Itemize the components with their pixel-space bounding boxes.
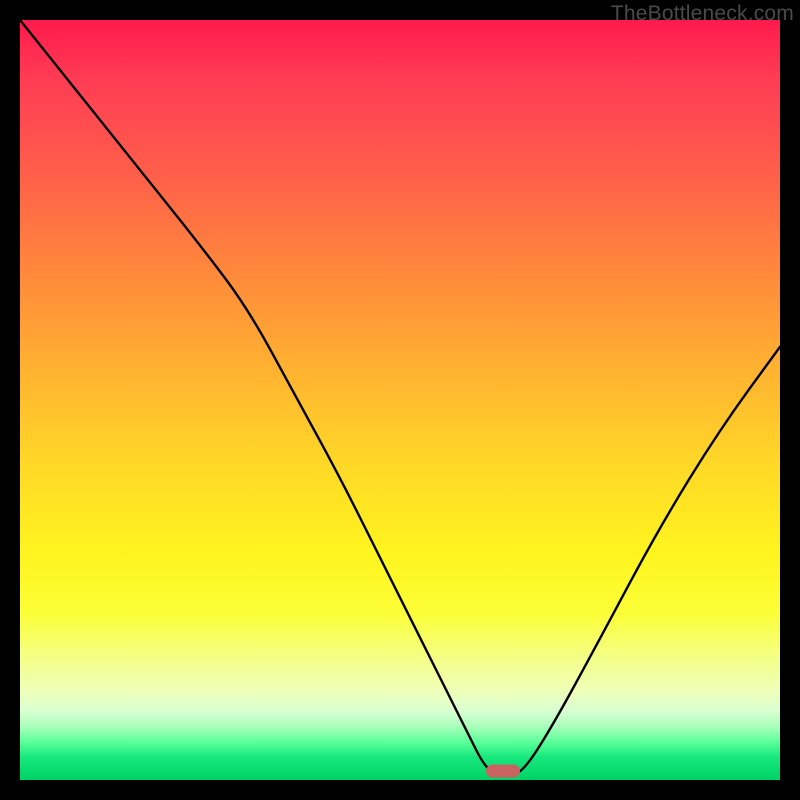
plot-area bbox=[20, 20, 780, 780]
chart-frame: TheBottleneck.com bbox=[0, 0, 800, 800]
curve-path bbox=[20, 20, 780, 774]
bottleneck-curve bbox=[20, 20, 780, 780]
optimum-marker bbox=[486, 764, 520, 777]
